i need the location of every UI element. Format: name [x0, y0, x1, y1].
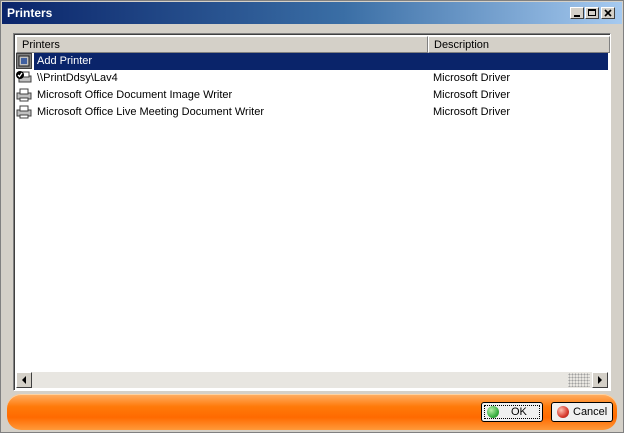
list-header: Printers Description	[16, 36, 610, 53]
selection-highlight	[34, 53, 608, 70]
close-icon	[604, 9, 612, 17]
printer-description: Microsoft Driver	[433, 89, 511, 101]
printers-dialog: Printers Printers Description Add Printe…	[0, 0, 624, 433]
arrow-left-icon	[22, 376, 26, 384]
cancel-label: Cancel	[573, 406, 608, 418]
list-item[interactable]: Microsoft Office Live Meeting Document W…	[16, 104, 608, 121]
list-item[interactable]: \\PrintDdsy\Lav4 Microsoft Driver	[16, 70, 608, 87]
ok-label: OK	[511, 406, 527, 418]
add-printer-icon	[16, 53, 32, 69]
scroll-left-button[interactable]	[16, 372, 32, 388]
ok-icon	[487, 406, 499, 418]
ok-button[interactable]: OK	[481, 402, 543, 422]
arrow-right-icon	[598, 376, 602, 384]
printer-icon	[16, 105, 32, 119]
printer-list[interactable]: Printers Description Add Printer \\Print…	[13, 33, 611, 391]
title-bar[interactable]: Printers	[2, 2, 622, 24]
maximize-icon	[588, 9, 596, 16]
default-printer-icon	[16, 71, 32, 83]
maximize-button[interactable]	[585, 7, 599, 19]
window-title: Printers	[7, 6, 53, 20]
printer-name: \\PrintDdsy\Lav4	[37, 72, 118, 84]
close-button[interactable]	[601, 7, 615, 19]
cancel-icon	[557, 406, 569, 418]
printer-description: Microsoft Driver	[433, 72, 511, 84]
printer-name: Microsoft Office Live Meeting Document W…	[37, 106, 265, 118]
printer-name: Microsoft Office Document Image Writer	[37, 89, 233, 101]
minimize-icon	[574, 15, 580, 17]
column-header-printers[interactable]: Printers	[16, 36, 428, 53]
scroll-right-button[interactable]	[592, 372, 608, 388]
button-bar: OK Cancel	[7, 394, 617, 430]
list-item[interactable]: Add Printer	[16, 53, 608, 70]
cancel-button[interactable]: Cancel	[551, 402, 613, 422]
column-header-description[interactable]: Description	[428, 36, 610, 53]
printer-description: Microsoft Driver	[433, 106, 511, 118]
list-item[interactable]: Microsoft Office Document Image Writer M…	[16, 87, 608, 104]
horizontal-scrollbar[interactable]	[16, 372, 608, 388]
minimize-button[interactable]	[570, 7, 584, 19]
printer-name: Add Printer	[37, 55, 93, 67]
scrollbar-grip[interactable]	[568, 373, 590, 387]
printer-icon	[16, 88, 32, 102]
